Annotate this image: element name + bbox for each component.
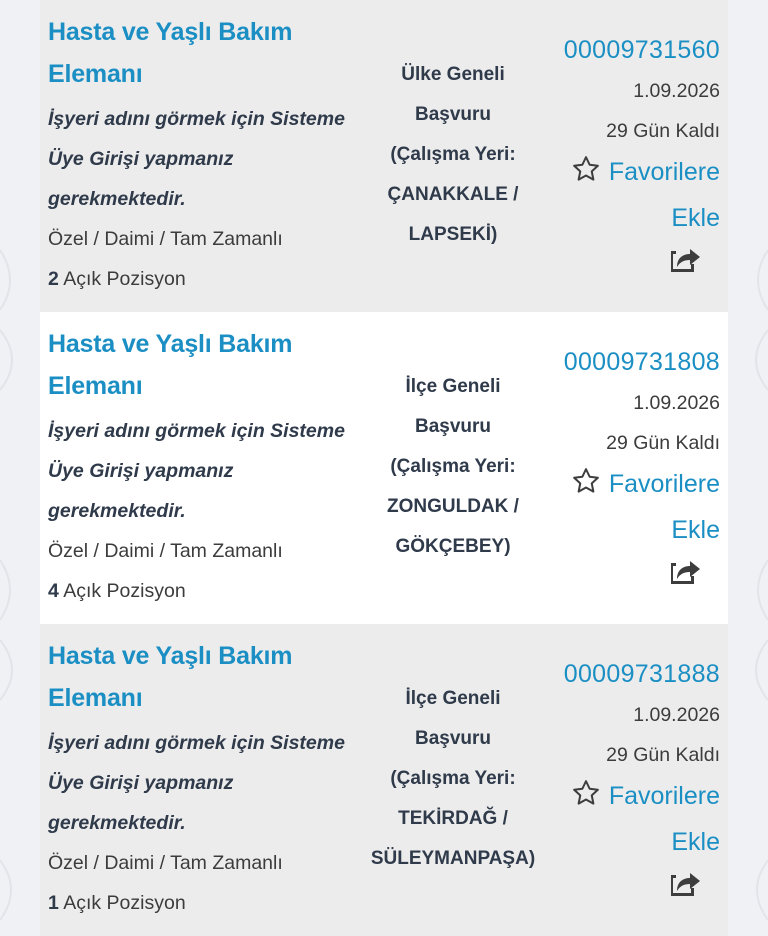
add-to-favorites-button[interactable]: Favorilere Ekle (520, 151, 720, 239)
application-scope-line: Başvuru (414, 728, 492, 749)
favorite-label[interactable]: Ekle (520, 197, 720, 239)
job-title-line[interactable]: Elemanı (48, 53, 368, 95)
listing-meta: 00009731888 1.09.2026 29 Gün Kaldı Favor… (520, 624, 720, 902)
open-positions: 4 Açık Pozisyon (48, 571, 368, 611)
listing-meta: 00009731808 1.09.2026 29 Gün Kaldı Favor… (520, 312, 720, 590)
days-left: 29 Gün Kaldı (606, 120, 720, 142)
listing-number-link[interactable]: 00009731560 (520, 29, 720, 71)
job-listing-card[interactable]: Hasta ve Yaşlı Bakım Elemanı İşyeri adın… (40, 312, 728, 624)
employer-note-line: İşyeri adını görmek için Sisteme (48, 732, 345, 754)
employer-note-line: Üye Girişi yapmanız (48, 460, 234, 482)
favorite-label[interactable]: Favorilere (609, 158, 720, 186)
listing-date: 1.09.2026 (633, 704, 720, 726)
favorite-label[interactable]: Favorilere (609, 782, 720, 810)
listing-date: 1.09.2026 (633, 80, 720, 102)
days-left: 29 Gün Kaldı (606, 432, 720, 454)
open-positions: 1 Açık Pozisyon (48, 883, 368, 923)
listing-info: Hasta ve Yaşlı Bakım Elemanı İşyeri adın… (48, 0, 368, 299)
share-arrow-icon[interactable] (668, 867, 702, 902)
open-positions-count: 2 (48, 268, 59, 290)
add-to-favorites-button[interactable]: Favorilere Ekle (520, 463, 720, 551)
employer-note-line: gerekmektedir. (48, 812, 186, 834)
application-location: Ülke Geneli Başvuru (Çalışma Yeri: ÇANAK… (368, 55, 538, 255)
listing-number-link[interactable]: 00009731888 (520, 653, 720, 695)
open-positions-label: Açık Pozisyon (63, 580, 186, 602)
share-arrow-icon[interactable] (668, 243, 702, 278)
application-location: İlçe Geneli Başvuru (Çalışma Yeri: TEKİR… (368, 679, 538, 879)
listing-info: Hasta ve Yaşlı Bakım Elemanı İşyeri adın… (48, 624, 368, 923)
share-arrow-icon[interactable] (668, 555, 702, 590)
job-title-link[interactable]: Hasta ve Yaşlı Bakım Elemanı (48, 323, 368, 407)
days-left: 29 Gün Kaldı (606, 744, 720, 766)
job-listing-card[interactable]: Hasta ve Yaşlı Bakım Elemanı İşyeri adın… (40, 0, 728, 312)
job-title-link[interactable]: Hasta ve Yaşlı Bakım Elemanı (48, 11, 368, 95)
work-location-line: LAPSEKİ) (408, 224, 498, 245)
employer-note-line: İşyeri adını görmek için Sisteme (48, 108, 345, 130)
job-title-link[interactable]: Hasta ve Yaşlı Bakım Elemanı (48, 635, 368, 719)
listing-date: 1.09.2026 (633, 392, 720, 414)
job-title-line[interactable]: Hasta ve Yaşlı Bakım (48, 323, 368, 365)
employer-login-note: İşyeri adını görmek için Sisteme Üye Gir… (48, 411, 368, 531)
application-scope-line: İlçe Geneli (405, 376, 501, 397)
employer-note-line: gerekmektedir. (48, 500, 186, 522)
employer-note-line: Üye Girişi yapmanız (48, 772, 234, 794)
share-button[interactable] (520, 243, 720, 278)
listing-meta: 00009731560 1.09.2026 29 Gün Kaldı Favor… (520, 0, 720, 278)
job-title-line[interactable]: Hasta ve Yaşlı Bakım (48, 635, 368, 677)
employer-note-line: gerekmektedir. (48, 188, 186, 210)
listing-info: Hasta ve Yaşlı Bakım Elemanı İşyeri adın… (48, 312, 368, 611)
favorite-label[interactable]: Favorilere (609, 470, 720, 498)
job-title-line[interactable]: Hasta ve Yaşlı Bakım (48, 11, 368, 53)
job-listing-card[interactable]: Hasta ve Yaşlı Bakım Elemanı İşyeri adın… (40, 624, 728, 936)
share-button[interactable] (520, 867, 720, 902)
open-positions-label: Açık Pozisyon (63, 892, 186, 914)
work-location-line: SÜLEYMANPAŞA) (370, 848, 536, 869)
open-positions-count: 4 (48, 580, 59, 602)
work-location-line: ÇANAKKALE / (387, 184, 519, 205)
application-location: İlçe Geneli Başvuru (Çalışma Yeri: ZONGU… (368, 367, 538, 567)
work-location-line: ZONGULDAK / (387, 496, 519, 517)
work-location-line: (Çalışma Yeri: (390, 144, 516, 165)
add-to-favorites-button[interactable]: Favorilere Ekle (520, 775, 720, 863)
open-positions-label: Açık Pozisyon (63, 268, 186, 290)
job-type: Özel / Daimi / Tam Zamanlı (48, 540, 283, 562)
employer-login-note: İşyeri adını görmek için Sisteme Üye Gir… (48, 723, 368, 843)
open-positions: 2 Açık Pozisyon (48, 259, 368, 299)
star-outline-icon[interactable] (571, 466, 601, 509)
work-location-line: (Çalışma Yeri: (390, 768, 516, 789)
employer-note-line: Üye Girişi yapmanız (48, 148, 234, 170)
application-scope-line: İlçe Geneli (405, 688, 501, 709)
job-title-line[interactable]: Elemanı (48, 677, 368, 719)
job-listing-list: Hasta ve Yaşlı Bakım Elemanı İşyeri adın… (40, 0, 728, 936)
listing-number-link[interactable]: 00009731808 (520, 341, 720, 383)
employer-login-note: İşyeri adını görmek için Sisteme Üye Gir… (48, 99, 368, 219)
job-type: Özel / Daimi / Tam Zamanlı (48, 228, 283, 250)
star-outline-icon[interactable] (571, 154, 601, 197)
share-button[interactable] (520, 555, 720, 590)
job-title-line[interactable]: Elemanı (48, 365, 368, 407)
open-positions-count: 1 (48, 892, 59, 914)
star-outline-icon[interactable] (571, 778, 601, 821)
job-type: Özel / Daimi / Tam Zamanlı (48, 852, 283, 874)
work-location-line: TEKİRDAĞ / (398, 808, 508, 829)
work-location-line: (Çalışma Yeri: (390, 456, 516, 477)
application-scope-line: Ülke Geneli (401, 64, 505, 85)
favorite-label[interactable]: Ekle (520, 821, 720, 863)
application-scope-line: Başvuru (414, 104, 492, 125)
application-scope-line: Başvuru (414, 416, 492, 437)
employer-note-line: İşyeri adını görmek için Sisteme (48, 420, 345, 442)
favorite-label[interactable]: Ekle (520, 509, 720, 551)
work-location-line: GÖKÇEBEY) (395, 536, 511, 557)
